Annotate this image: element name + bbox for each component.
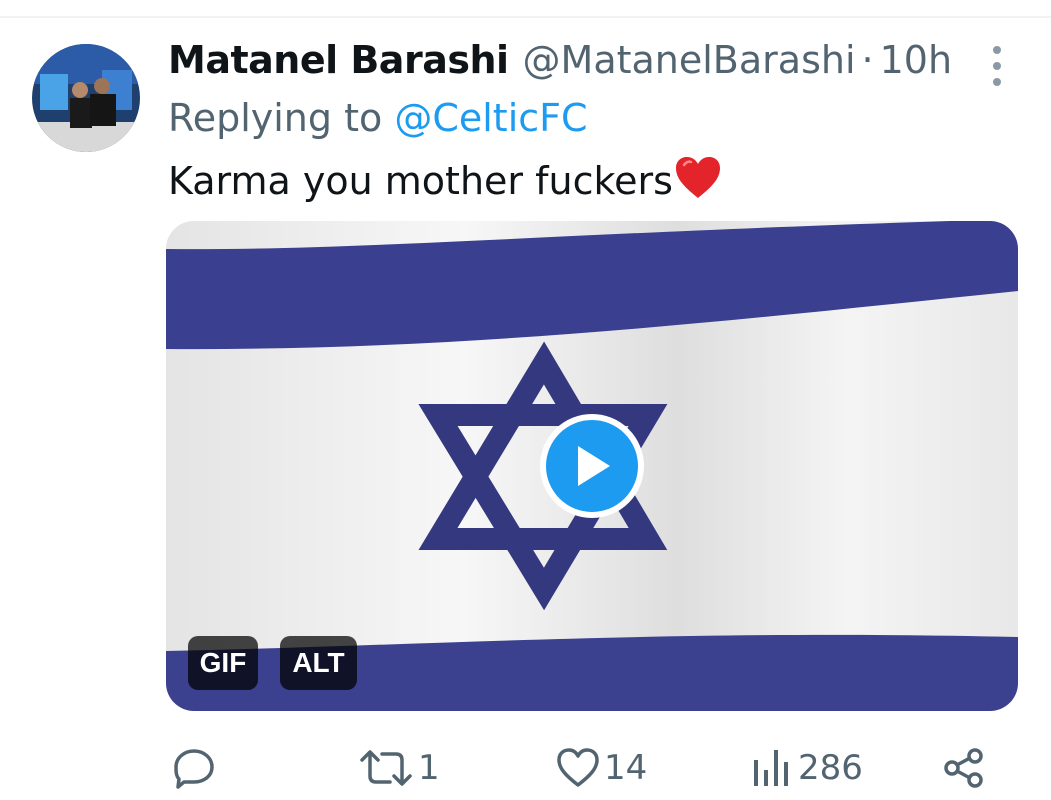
play-icon <box>578 446 610 486</box>
alt-badge[interactable]: ALT <box>280 636 357 690</box>
user-handle[interactable]: @MatanelBarashi <box>523 38 856 82</box>
views-button[interactable]: 286 <box>750 738 863 798</box>
heart-emoji <box>675 156 721 209</box>
tweet-body: Karma you mother fuckers <box>168 159 673 203</box>
replying-to-line: Replying to @CelticFC <box>168 96 588 140</box>
tweet-text: Karma you mother fuckers <box>168 156 721 209</box>
like-count: 14 <box>604 748 648 788</box>
tweet-timestamp[interactable]: 10h <box>880 38 952 82</box>
avatar[interactable] <box>32 44 140 152</box>
header-separator: · <box>861 38 874 82</box>
like-button[interactable]: 14 <box>556 738 647 798</box>
retweet-button[interactable]: 1 <box>358 738 440 798</box>
gif-badge: GIF <box>188 636 258 690</box>
avatar-image <box>32 44 140 152</box>
retweet-icon <box>360 750 412 786</box>
display-name[interactable]: Matanel Barashi <box>168 38 509 82</box>
share-icon <box>944 748 983 788</box>
play-button[interactable] <box>540 414 644 518</box>
more-options-icon[interactable] <box>984 46 1010 86</box>
reply-button[interactable] <box>172 738 216 798</box>
top-divider <box>0 16 1051 18</box>
heart-icon <box>557 748 599 787</box>
tweet-actions: 1 14 286 <box>0 738 1051 798</box>
retweet-count: 1 <box>418 748 440 788</box>
views-icon <box>754 750 788 786</box>
replying-to-mention[interactable]: @CelticFC <box>394 96 587 140</box>
share-button[interactable] <box>942 738 986 798</box>
tweet-header: Matanel Barashi @MatanelBarashi · 10h <box>168 38 952 88</box>
replying-prefix: Replying to <box>168 96 383 140</box>
reply-icon <box>174 749 214 789</box>
views-count: 286 <box>798 748 863 788</box>
